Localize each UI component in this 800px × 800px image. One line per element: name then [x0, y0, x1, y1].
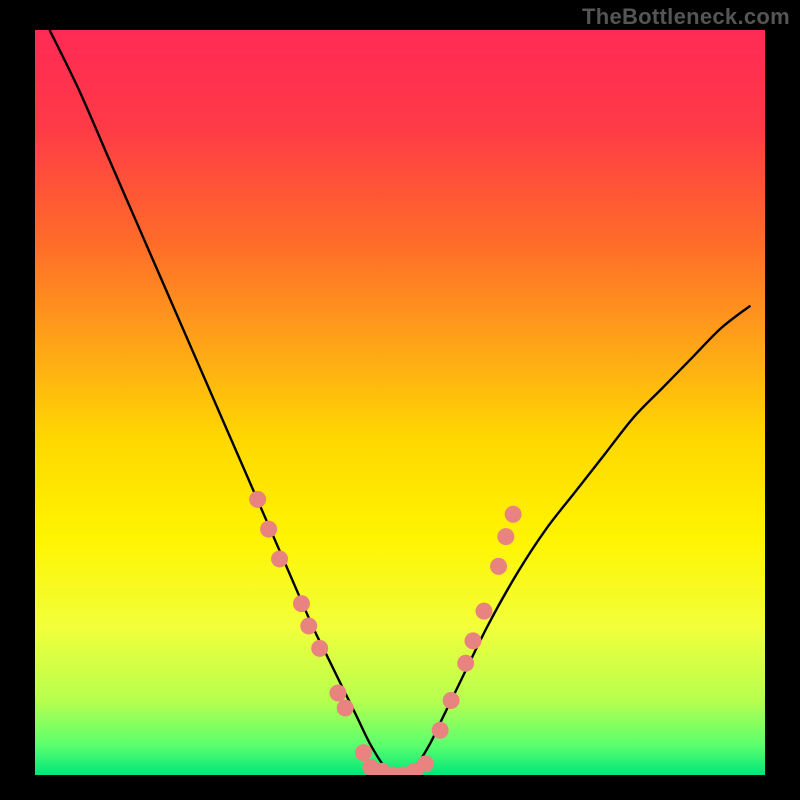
watermark-text: TheBottleneck.com — [582, 4, 790, 30]
chart-frame: TheBottleneck.com — [0, 0, 800, 800]
chart-svg — [35, 30, 765, 775]
data-marker — [457, 655, 474, 672]
data-marker — [293, 595, 310, 612]
data-marker — [505, 506, 522, 523]
data-marker — [271, 550, 288, 567]
data-marker — [355, 744, 372, 761]
data-marker — [311, 640, 328, 657]
data-marker — [249, 491, 266, 508]
data-marker — [337, 699, 354, 716]
data-marker — [497, 528, 514, 545]
data-marker — [432, 722, 449, 739]
data-marker — [417, 755, 434, 772]
plot-area — [35, 30, 765, 775]
data-marker — [300, 618, 317, 635]
data-marker — [465, 632, 482, 649]
data-marker — [475, 603, 492, 620]
data-marker — [260, 521, 277, 538]
data-marker — [329, 685, 346, 702]
gradient-background — [35, 30, 765, 775]
data-marker — [443, 692, 460, 709]
data-marker — [490, 558, 507, 575]
